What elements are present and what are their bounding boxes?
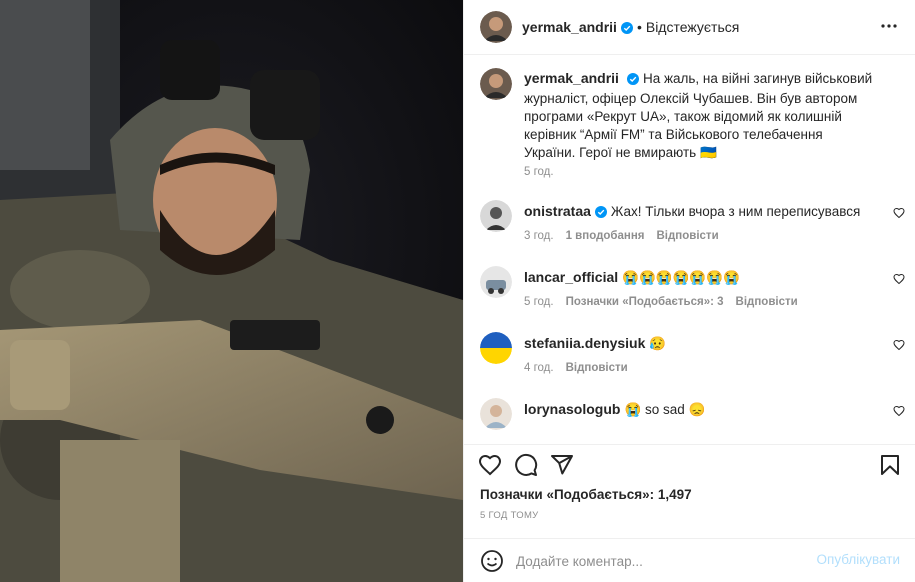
comment-text: lancar_official 😭😭😭😭😭😭😭 bbox=[524, 268, 864, 287]
reply-button[interactable]: Відповісти bbox=[657, 230, 719, 242]
verified-badge-icon bbox=[626, 72, 639, 90]
post-actions-bar bbox=[464, 444, 915, 486]
comment-avatar[interactable] bbox=[480, 200, 512, 232]
share-icon[interactable] bbox=[550, 453, 574, 477]
post-details-panel: yermak_andrii • Відстежується yermak_andri… bbox=[463, 0, 915, 582]
more-icon[interactable] bbox=[880, 17, 898, 35]
post-header: yermak_andrii • Відстежується bbox=[464, 0, 915, 55]
likes-count[interactable]: Позначки «Подобається»: 1,497 bbox=[480, 487, 692, 502]
comment-body: 😭 so sad 😞 bbox=[624, 402, 706, 417]
comment-like-heart-icon[interactable] bbox=[893, 404, 905, 417]
author-avatar[interactable] bbox=[480, 11, 512, 43]
verified-badge-icon bbox=[620, 21, 633, 37]
verified-badge-icon bbox=[594, 205, 607, 223]
author-username[interactable]: yermak_andrii bbox=[522, 19, 617, 35]
comment-meta: 4 год. Відповісти bbox=[524, 362, 640, 374]
comment-like-heart-icon[interactable] bbox=[893, 338, 905, 351]
post-photo-image bbox=[0, 0, 463, 582]
bookmark-icon[interactable] bbox=[878, 453, 902, 477]
comment-avatar[interactable] bbox=[480, 266, 512, 298]
comment-meta: 5 год. Позначки «Подобається»: 3 Відповіст… bbox=[524, 296, 810, 308]
comment-time[interactable]: 4 год. bbox=[524, 362, 554, 374]
post-photo[interactable] bbox=[0, 0, 463, 582]
comment-text: onistrataa Жах! Тільки вчора з ним перепи… bbox=[524, 202, 864, 223]
comment-username[interactable]: lancar_official bbox=[524, 269, 618, 285]
comment-avatar[interactable] bbox=[480, 398, 512, 430]
comment-time[interactable]: 5 год. bbox=[524, 296, 554, 308]
comment-likes[interactable]: Позначки «Подобається»: 3 bbox=[566, 296, 724, 308]
comment-item: lorynasologub 😭 so sad 😞 bbox=[480, 394, 905, 444]
comment-item: stefaniia.denysiuk 😥 4 год. Відповісти bbox=[480, 328, 905, 388]
comment-text: lorynasologub 😭 so sad 😞 bbox=[524, 400, 864, 419]
comment-meta: 3 год. 1 вподобання Відповісти bbox=[524, 230, 731, 242]
comment-like-heart-icon[interactable] bbox=[893, 206, 905, 219]
comment-username[interactable]: stefaniia.denysiuk bbox=[524, 335, 645, 351]
heart-icon[interactable] bbox=[478, 453, 502, 477]
publish-comment-button[interactable]: Опублікувати bbox=[817, 552, 900, 567]
comment-avatar[interactable] bbox=[480, 332, 512, 364]
add-comment-bar: Опублікувати bbox=[464, 538, 915, 582]
reply-button[interactable]: Відповісти bbox=[736, 296, 798, 308]
post-time-ago[interactable]: 5 ГОД ТОМУ bbox=[480, 510, 539, 521]
caption-avatar[interactable] bbox=[480, 68, 512, 100]
caption-username[interactable]: yermak_andrii bbox=[524, 70, 619, 86]
comment-body: 😭😭😭😭😭😭😭 bbox=[622, 270, 740, 285]
comment-item: onistrataa Жах! Тільки вчора з ним перепи… bbox=[480, 196, 905, 256]
comment-like-heart-icon[interactable] bbox=[893, 272, 905, 285]
comment-item: lancar_official 😭😭😭😭😭😭😭 5 год. Позначки «П… bbox=[480, 262, 905, 322]
caption-text-wrap: yermak_andrii На жаль, на війні загинув в… bbox=[524, 69, 874, 162]
comment-time[interactable]: 3 год. bbox=[524, 230, 554, 242]
add-comment-input[interactable] bbox=[516, 551, 806, 571]
caption-time[interactable]: 5 год. bbox=[524, 166, 554, 178]
comment-likes[interactable]: 1 вподобання bbox=[566, 230, 645, 242]
emoji-icon[interactable] bbox=[480, 549, 504, 573]
comment-body: Жах! Тільки вчора з ним переписувався bbox=[610, 204, 861, 219]
comment-icon[interactable] bbox=[514, 453, 538, 477]
comment-body: 😥 bbox=[649, 336, 667, 351]
comment-username[interactable]: onistrataa bbox=[524, 203, 591, 219]
comment-username[interactable]: lorynasologub bbox=[524, 401, 620, 417]
follow-status-button[interactable]: Відстежується bbox=[646, 19, 739, 35]
comments-section[interactable]: yermak_andrii На жаль, на війні загинув в… bbox=[464, 56, 915, 444]
comment-text: stefaniia.denysiuk 😥 bbox=[524, 334, 864, 353]
reply-button[interactable]: Відповісти bbox=[566, 362, 628, 374]
separator-dot: • bbox=[636, 19, 642, 35]
